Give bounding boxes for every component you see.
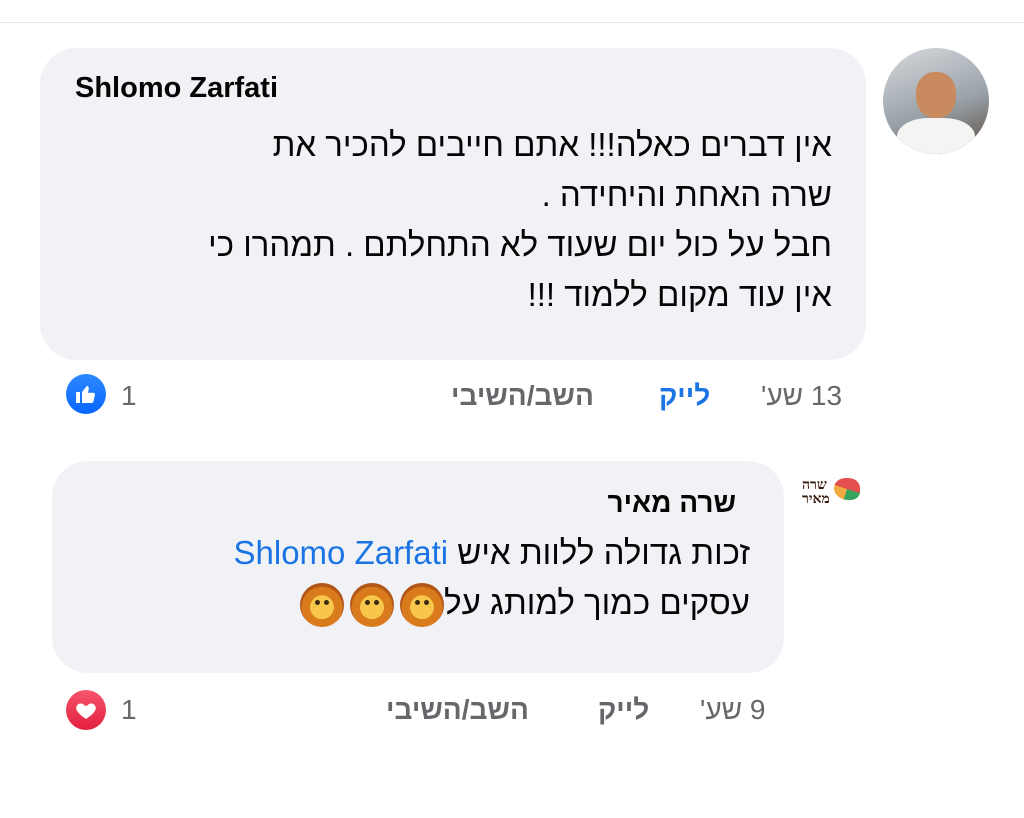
- lion-face-icon: [300, 583, 345, 628]
- comment-1-reply-button[interactable]: השב/השיבי: [451, 380, 594, 412]
- comment-1-line-4: אין עוד מקום ללמוד !!!: [527, 276, 832, 313]
- comment-2-reply-button[interactable]: השב/השיבי: [386, 694, 529, 726]
- comment-1-line-1: אין דברים כאלה!!! אתם חייבים להכיר את: [272, 126, 832, 163]
- comment-1-line-2: שרה האחת והיחידה .: [541, 176, 832, 213]
- mention-link[interactable]: Shlomo Zarfati: [234, 534, 449, 571]
- comment-2-line-2: עסקים כמוך למותג על: [50, 578, 750, 628]
- comment-author-1[interactable]: Shlomo Zarfati: [75, 72, 278, 105]
- comment-2-reaction-count[interactable]: 1: [121, 694, 137, 726]
- comment-author-2[interactable]: שרה מאיר: [607, 487, 736, 519]
- comment-2-line-1: זכות גדולה ללוות איש Shlomo Zarfati: [50, 528, 751, 578]
- thumbs-up-glyph: [76, 385, 95, 403]
- avatar-shlomo-zarfati[interactable]: [883, 48, 989, 154]
- heart-icon[interactable]: [66, 690, 106, 730]
- lion-face-icon: [400, 583, 445, 628]
- comment-body-1: אין דברים כאלה!!! אתם חייבים להכיר את שר…: [112, 120, 832, 320]
- emoji-row: [300, 583, 445, 628]
- comment-1-line-3: חבל על כול יום שעוד לא התחלתם . תמהרו כי: [208, 226, 832, 263]
- comment-body-2: זכות גדולה ללוות איש Shlomo Zarfati עסקי…: [50, 528, 750, 628]
- logo-line-1: שרה: [802, 477, 827, 493]
- logo-mark-icon: [834, 478, 860, 500]
- comment-2-line-2-text: עסקים כמוך למותג על: [444, 584, 750, 621]
- comment-1-reaction-count[interactable]: 1: [121, 380, 137, 412]
- lion-face-icon: [350, 583, 395, 628]
- logo-line-2: מאיר: [802, 491, 830, 507]
- comment-1-like-button[interactable]: לייק: [659, 380, 710, 412]
- avatar-shirt: [897, 118, 975, 154]
- top-divider: [0, 22, 1024, 23]
- comment-2-line-1-text: זכות גדולה ללוות איש: [457, 534, 750, 571]
- avatar-sara-meir-logo[interactable]: שרה מאיר: [800, 474, 864, 514]
- comment-2-like-button[interactable]: לייק: [598, 694, 649, 726]
- comment-2-timestamp[interactable]: 9 שע': [700, 694, 765, 726]
- avatar-face: [916, 72, 956, 118]
- thumbs-up-icon[interactable]: [66, 374, 106, 414]
- comment-1-timestamp[interactable]: 13 שע': [761, 380, 842, 412]
- heart-glyph: [76, 703, 96, 719]
